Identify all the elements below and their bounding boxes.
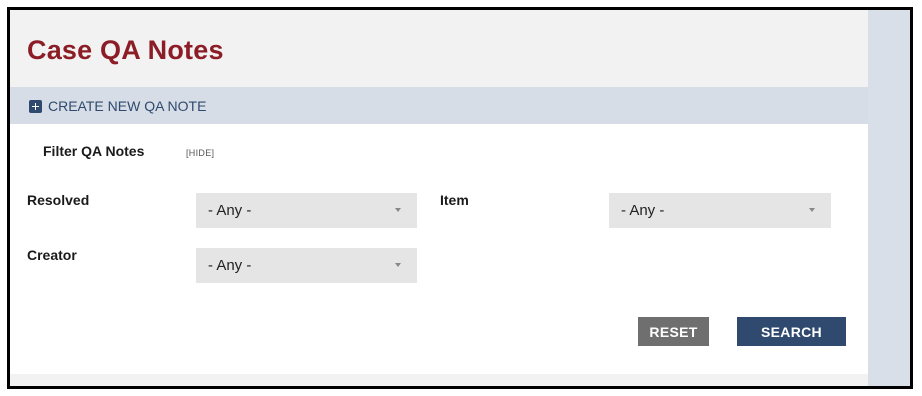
- create-qa-note-link[interactable]: CREATE NEW QA NOTE: [29, 98, 206, 114]
- creator-select-value: - Any -: [208, 257, 252, 274]
- resolved-label: Resolved: [27, 192, 90, 208]
- chevron-down-icon: [809, 208, 815, 212]
- hide-filter-link[interactable]: [HIDE]: [186, 148, 214, 158]
- main-panel: Case QA Notes CREATE NEW QA NOTE Filter …: [10, 10, 868, 386]
- creator-select[interactable]: - Any -: [196, 248, 417, 283]
- plus-square-icon: [29, 99, 42, 113]
- reset-button[interactable]: RESET: [638, 317, 709, 346]
- chevron-down-icon: [395, 208, 401, 212]
- window-frame: Case QA Notes CREATE NEW QA NOTE Filter …: [7, 7, 913, 389]
- item-select[interactable]: - Any -: [609, 193, 831, 228]
- chevron-down-icon: [395, 263, 401, 267]
- item-select-value: - Any -: [621, 202, 665, 219]
- sidebar-background: [868, 10, 910, 386]
- resolved-select[interactable]: - Any -: [196, 193, 417, 228]
- page-header: Case QA Notes: [10, 10, 868, 87]
- create-qa-note-label: CREATE NEW QA NOTE: [48, 98, 207, 114]
- search-button[interactable]: SEARCH: [737, 317, 846, 346]
- filter-heading: Filter QA Notes: [43, 143, 145, 159]
- item-label: Item: [440, 192, 469, 208]
- creator-label: Creator: [27, 247, 77, 263]
- results-section-edge: [10, 374, 868, 386]
- page-title: Case QA Notes: [27, 35, 224, 65]
- resolved-select-value: - Any -: [208, 202, 252, 219]
